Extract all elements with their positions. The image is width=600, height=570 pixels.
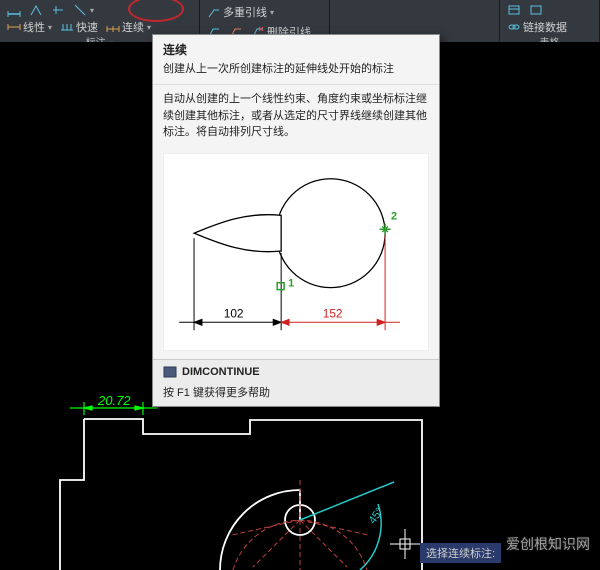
linear-icon bbox=[7, 20, 21, 34]
tooltip-short-desc: 创建从上一次所创建标注的延伸线处开始的标注 bbox=[153, 60, 439, 84]
command-icon bbox=[163, 365, 177, 379]
tt-dim1: 102 bbox=[224, 306, 244, 320]
quick-icon bbox=[60, 20, 74, 34]
continue-icon bbox=[106, 20, 120, 34]
chevron-down-icon: ▾ bbox=[270, 8, 274, 17]
dim-tool-3[interactable] bbox=[48, 2, 68, 18]
ribbon-panel-table: 链接数据 表格 bbox=[500, 0, 600, 42]
tooltip-illustration: 102 152 1 2 bbox=[163, 153, 429, 351]
table-icon bbox=[507, 3, 521, 17]
dimension-value: 20.72 bbox=[98, 393, 131, 408]
tooltip-help: 按 F1 键获得更多帮助 bbox=[153, 384, 439, 406]
dim-tool-1[interactable] bbox=[4, 2, 24, 18]
link-data-label: 链接数据 bbox=[523, 19, 567, 35]
link-data-button[interactable]: 链接数据 bbox=[504, 18, 570, 36]
link-icon bbox=[507, 20, 521, 34]
dim-icon bbox=[29, 3, 43, 17]
continue-label: 连续 bbox=[122, 19, 144, 35]
dim-tool-2[interactable] bbox=[26, 2, 46, 18]
table-icon bbox=[529, 3, 543, 17]
continue-dim-button[interactable]: 连续 ▾ bbox=[103, 18, 154, 36]
multileader-icon bbox=[207, 5, 221, 19]
crosshair-cursor bbox=[390, 529, 420, 559]
dim-icon bbox=[73, 3, 87, 17]
tooltip-command: DIMCONTINUE bbox=[153, 360, 439, 384]
chevron-down-icon: ▾ bbox=[48, 23, 52, 32]
dim-icon bbox=[51, 3, 65, 17]
table-tool-1[interactable] bbox=[504, 2, 524, 18]
watermark: 爱创根知识网 bbox=[506, 534, 590, 554]
tt-p2: 2 bbox=[391, 210, 397, 222]
quick-label: 快速 bbox=[76, 19, 98, 35]
tt-p1: 1 bbox=[288, 277, 294, 289]
dim-icon bbox=[7, 3, 21, 17]
multileader-button[interactable]: 多重引线 ▾ bbox=[204, 3, 277, 21]
dim-tool-4[interactable]: ▾ bbox=[70, 2, 97, 18]
tooltip-title: 连续 bbox=[153, 35, 439, 60]
tooltip-panel: 连续 创建从上一次所创建标注的延伸线处开始的标注 自动从创建的上一个线性约束、角… bbox=[152, 34, 440, 407]
linear-label: 线性 bbox=[23, 19, 45, 35]
chevron-down-icon: ▾ bbox=[90, 6, 94, 15]
quick-dim-button[interactable]: 快速 bbox=[57, 18, 101, 36]
multileader-label: 多重引线 bbox=[223, 4, 267, 20]
command-prompt[interactable]: 选择连续标注: bbox=[420, 543, 501, 563]
tt-dim2: 152 bbox=[323, 306, 343, 320]
table-tool-2[interactable] bbox=[526, 2, 546, 18]
tooltip-long-desc: 自动从创建的上一个线性约束、角度约束或坐标标注继续创建其他标注，或者从选定的尺寸… bbox=[153, 84, 439, 147]
part-outline bbox=[60, 419, 422, 570]
linear-dim-button[interactable]: 线性 ▾ bbox=[4, 18, 55, 36]
chevron-down-icon: ▾ bbox=[147, 23, 151, 32]
